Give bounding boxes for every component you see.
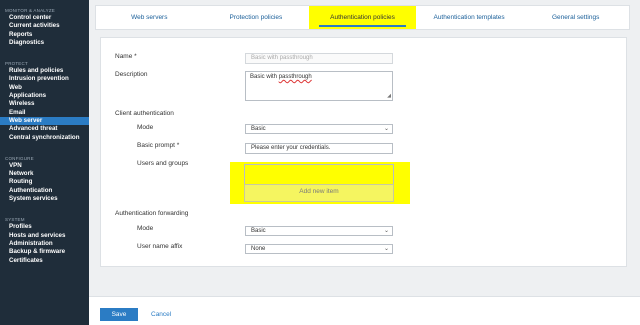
tab-authentication-templates[interactable]: Authentication templates bbox=[416, 6, 523, 29]
mode-select[interactable]: Basic ⌄ bbox=[245, 124, 393, 134]
section-title-configure: CONFIGURE bbox=[5, 155, 34, 161]
sidebar-item-vpn[interactable]: VPN bbox=[0, 162, 89, 170]
description-textarea[interactable]: Basic with passthrough ◢ bbox=[245, 71, 393, 101]
sidebar-item-backup-firmware[interactable]: Backup & firmware bbox=[0, 248, 89, 256]
name-label: Name * bbox=[115, 53, 137, 60]
sidebar-item-web-server[interactable]: Web server bbox=[0, 116, 89, 126]
name-field[interactable]: Basic with passthrough bbox=[245, 53, 393, 64]
chevron-down-icon: ⌄ bbox=[383, 228, 389, 234]
section-title-protect: PROTECT bbox=[5, 61, 28, 67]
client-auth-heading: Client authentication bbox=[115, 110, 174, 117]
sidebar-item-advanced-threat[interactable]: Advanced threat bbox=[0, 125, 89, 133]
auth-policy-form: Name * Basic with passthrough Descriptio… bbox=[100, 37, 627, 267]
section-title-system: SYSTEM bbox=[5, 217, 25, 223]
chevron-down-icon: ⌄ bbox=[383, 126, 389, 132]
tab-protection-policies[interactable]: Protection policies bbox=[203, 6, 310, 29]
tab-bar: Web servers Protection policies Authenti… bbox=[95, 5, 630, 30]
tab-web-servers[interactable]: Web servers bbox=[96, 6, 203, 29]
mode-value: Basic bbox=[251, 126, 266, 132]
sidebar-item-hosts-and-services[interactable]: Hosts and services bbox=[0, 232, 89, 240]
add-new-item-button[interactable]: Add new item bbox=[244, 184, 394, 202]
sidebar-item-central-synchronization[interactable]: Central synchronization bbox=[0, 134, 89, 142]
description-text: Basic with bbox=[250, 74, 279, 80]
sidebar-item-certificates[interactable]: Certificates bbox=[0, 257, 89, 265]
basic-prompt-field[interactable]: Please enter your credentials. bbox=[245, 143, 393, 154]
fwd-mode-select[interactable]: Basic ⌄ bbox=[245, 226, 393, 236]
sidebar-item-intrusion-prevention[interactable]: Intrusion prevention bbox=[0, 75, 89, 83]
user-affix-select[interactable]: None ⌄ bbox=[245, 244, 393, 254]
chevron-down-icon: ⌄ bbox=[383, 246, 389, 252]
sidebar-item-control-center[interactable]: Control center bbox=[0, 14, 89, 22]
sidebar-item-administration[interactable]: Administration bbox=[0, 240, 89, 248]
sidebar-item-routing[interactable]: Routing bbox=[0, 178, 89, 186]
auth-forwarding-heading: Authentication forwarding bbox=[115, 210, 189, 217]
basic-prompt-label: Basic prompt * bbox=[137, 142, 180, 149]
tab-general-settings[interactable]: General settings bbox=[522, 6, 629, 29]
sidebar-item-system-services[interactable]: System services bbox=[0, 195, 89, 203]
description-label: Description bbox=[115, 71, 148, 78]
sidebar: MONITOR & ANALYZE Control center Current… bbox=[0, 0, 89, 325]
mode-label: Mode bbox=[137, 124, 154, 131]
fwd-mode-value: Basic bbox=[251, 228, 266, 234]
resize-handle-icon[interactable]: ◢ bbox=[387, 93, 391, 99]
sidebar-item-email[interactable]: Email bbox=[0, 109, 89, 117]
section-title-monitor: MONITOR & ANALYZE bbox=[5, 8, 55, 13]
save-button[interactable]: Save bbox=[100, 308, 138, 321]
sidebar-item-applications[interactable]: Applications bbox=[0, 92, 89, 100]
sidebar-item-diagnostics[interactable]: Diagnostics bbox=[0, 39, 89, 47]
fwd-mode-label: Mode bbox=[137, 225, 154, 232]
cancel-button[interactable]: Cancel bbox=[151, 308, 171, 321]
user-affix-label: User name affix bbox=[137, 243, 183, 250]
sidebar-item-network[interactable]: Network bbox=[0, 170, 89, 178]
sidebar-item-reports[interactable]: Reports bbox=[0, 31, 89, 39]
sidebar-item-current-activities[interactable]: Current activities bbox=[0, 22, 89, 30]
sidebar-item-wireless[interactable]: Wireless bbox=[0, 100, 89, 108]
user-affix-value: None bbox=[251, 246, 266, 252]
sidebar-item-web[interactable]: Web bbox=[0, 84, 89, 92]
users-groups-highlight: Add new item bbox=[230, 162, 410, 204]
sidebar-item-profiles[interactable]: Profiles bbox=[0, 223, 89, 231]
tab-authentication-policies[interactable]: Authentication policies bbox=[309, 6, 416, 29]
sidebar-item-rules-and-policies[interactable]: Rules and policies bbox=[0, 67, 89, 75]
action-bar: Save Cancel bbox=[89, 296, 640, 325]
description-misspelled-word: passthrough bbox=[278, 74, 312, 80]
sidebar-item-authentication[interactable]: Authentication bbox=[0, 187, 89, 195]
users-groups-label: Users and groups bbox=[137, 160, 189, 167]
